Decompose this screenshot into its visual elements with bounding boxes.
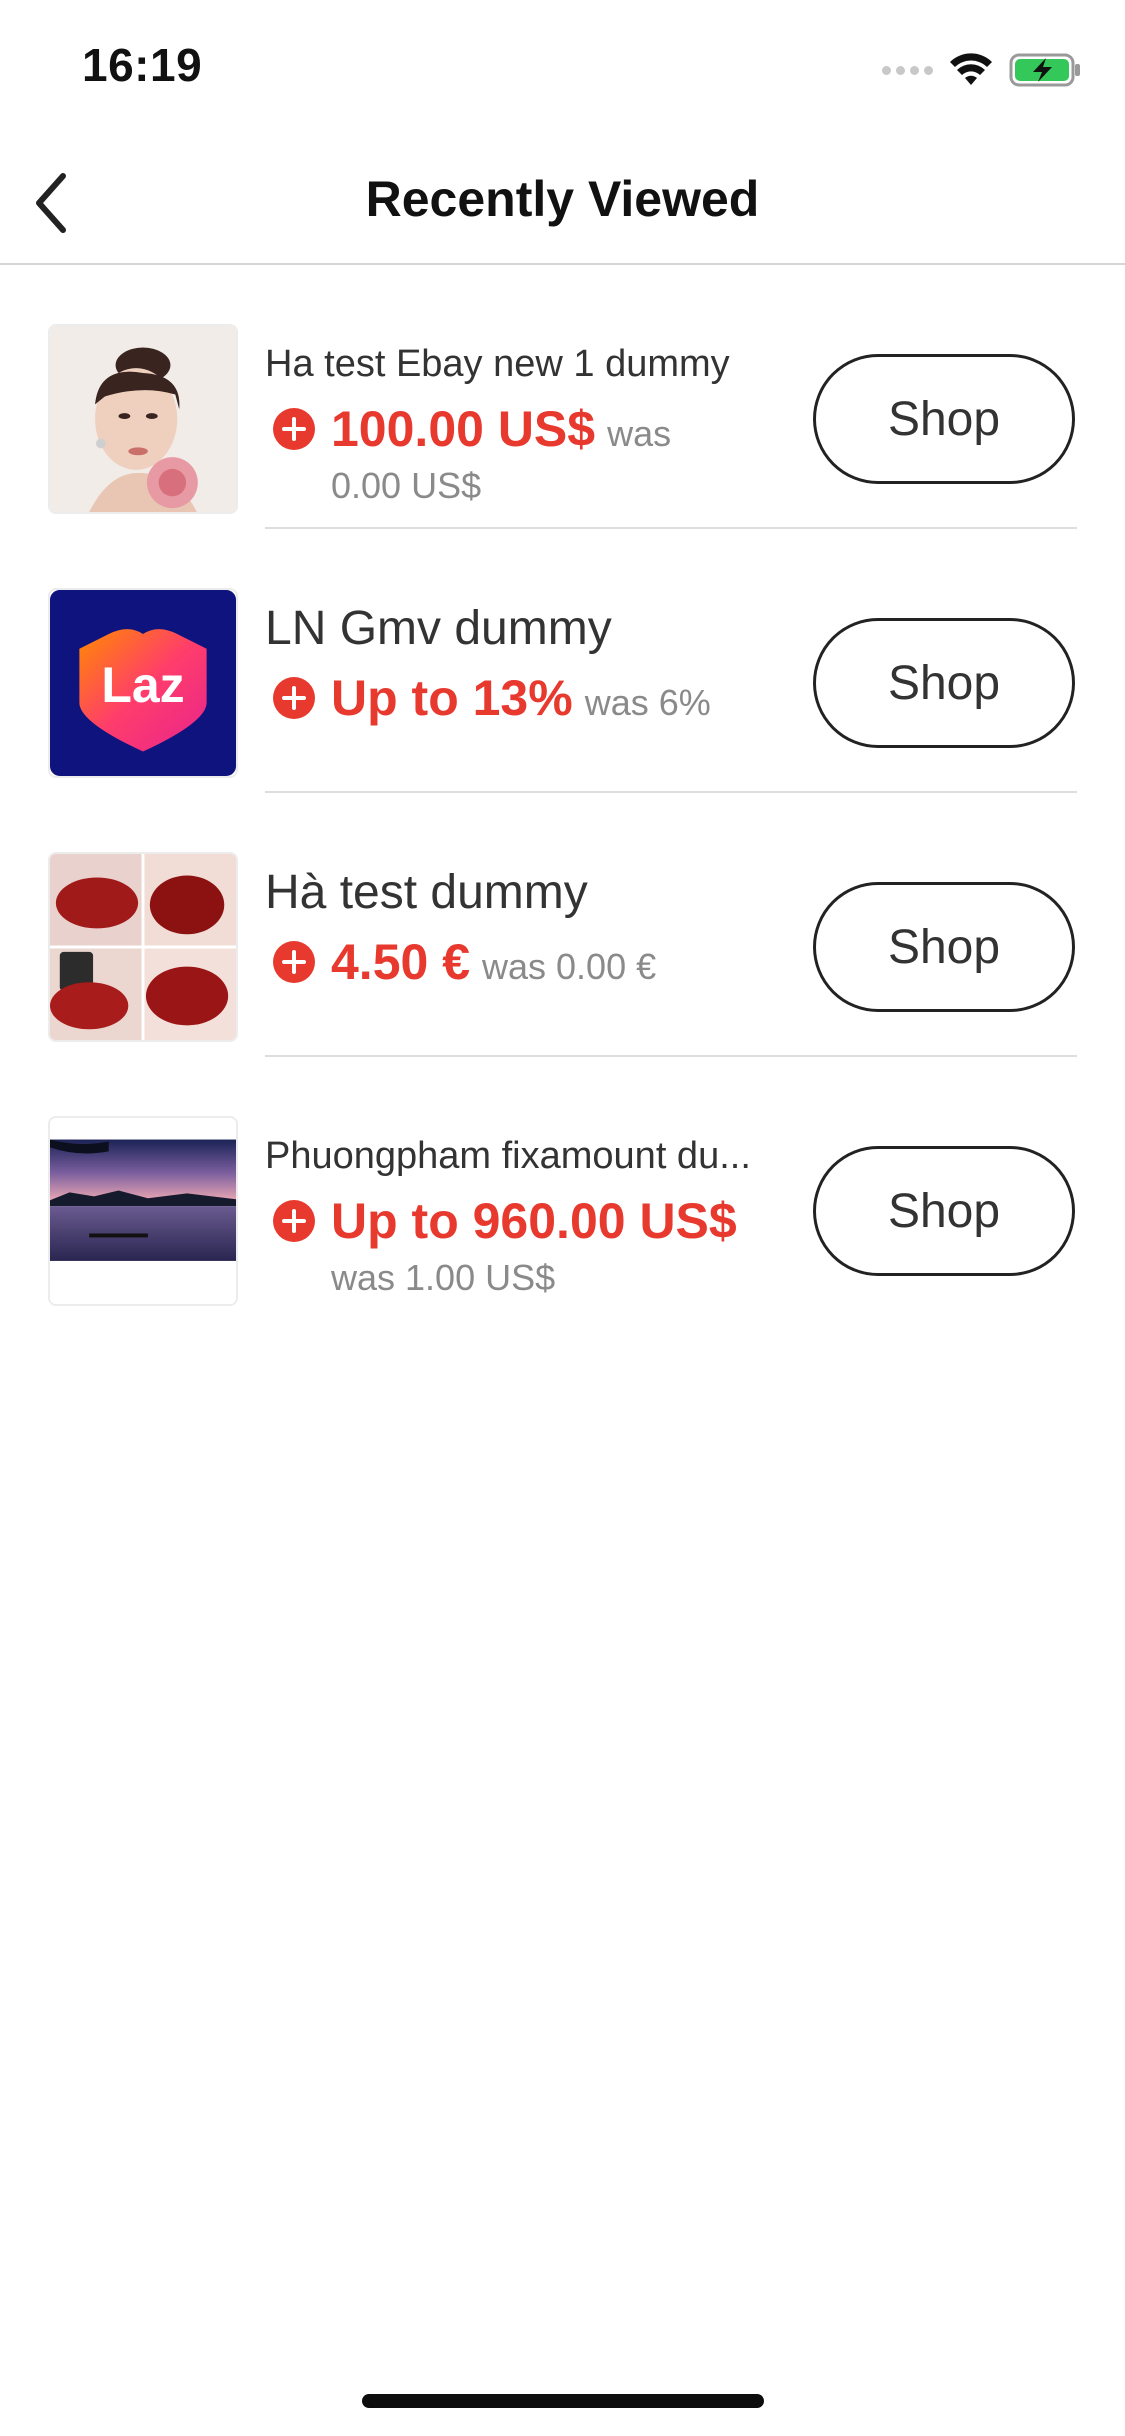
price-line: 4.50 € was 0.00 €	[273, 933, 656, 991]
current-price: Up to 960.00 US$	[331, 1193, 737, 1249]
plus-icon	[273, 1200, 315, 1242]
lazada-logo-text: Laz	[101, 657, 185, 713]
product-info: LN Gmv dummy Up to 13% was 6%	[265, 529, 795, 793]
price-line: Up to 13% was 6%	[273, 669, 711, 727]
page-title: Recently Viewed	[365, 171, 760, 227]
shop-button[interactable]: Shop	[813, 618, 1075, 748]
product-name: Phuongpham fixamount du...	[265, 1135, 751, 1177]
product-name: Hà test dummy	[265, 866, 588, 919]
previous-price: 0.00 US$	[331, 465, 482, 506]
product-thumbnail	[48, 1116, 238, 1306]
product-info: Ha test Ebay new 1 dummy 100.00 US$ was …	[265, 265, 795, 529]
plus-icon	[273, 408, 315, 450]
shop-button[interactable]: Shop	[813, 354, 1075, 484]
previous-price: was 0.00 €	[482, 946, 657, 987]
list-item[interactable]: Laz LN Gmv dummy Up to 13% was 6% Shop	[0, 529, 1125, 793]
current-price: 4.50 €	[331, 934, 471, 990]
product-info: Phuongpham fixamount du... Up to 960.00 …	[265, 1057, 795, 1321]
plus-icon	[273, 941, 315, 983]
plus-icon	[273, 677, 315, 719]
previous-price: was 1.00 US$	[331, 1257, 556, 1298]
shop-button[interactable]: Shop	[813, 882, 1075, 1012]
list-item[interactable]: Hà test dummy 4.50 € was 0.00 € Shop	[0, 793, 1125, 1057]
status-icons	[882, 50, 1083, 90]
current-price: 100.00 US$	[331, 401, 596, 457]
cellular-signal-icon	[882, 65, 933, 75]
wifi-icon	[950, 53, 992, 85]
product-thumbnail	[48, 324, 238, 514]
previous-price: was 6%	[584, 682, 711, 723]
list-item[interactable]: Ha test Ebay new 1 dummy 100.00 US$ was …	[0, 265, 1125, 529]
product-name: LN Gmv dummy	[265, 602, 612, 655]
product-list: Ha test Ebay new 1 dummy 100.00 US$ was …	[0, 265, 1125, 1321]
list-item[interactable]: Phuongpham fixamount du... Up to 960.00 …	[0, 1057, 1125, 1321]
battery-charging-icon	[1009, 53, 1080, 87]
product-thumbnail: Laz	[48, 588, 238, 778]
previous-price-label: was	[607, 413, 672, 454]
status-time: 16:19	[82, 39, 203, 91]
navigation-bar: Recently Viewed	[0, 140, 1125, 265]
shop-button[interactable]: Shop	[813, 1146, 1075, 1276]
home-indicator[interactable]	[362, 2394, 764, 2408]
product-thumbnail	[48, 852, 238, 1042]
screen: 16:19 Recently Viewed Ha test Ebay new 1…	[0, 0, 1125, 2436]
current-price: Up to 13%	[331, 670, 573, 726]
price-line: Up to 960.00 US$	[273, 1192, 737, 1250]
product-info: Hà test dummy 4.50 € was 0.00 €	[265, 793, 795, 1057]
status-bar: 16:19	[0, 0, 1125, 140]
product-name: Ha test Ebay new 1 dummy	[265, 343, 730, 385]
price-line: 100.00 US$ was	[273, 400, 671, 458]
